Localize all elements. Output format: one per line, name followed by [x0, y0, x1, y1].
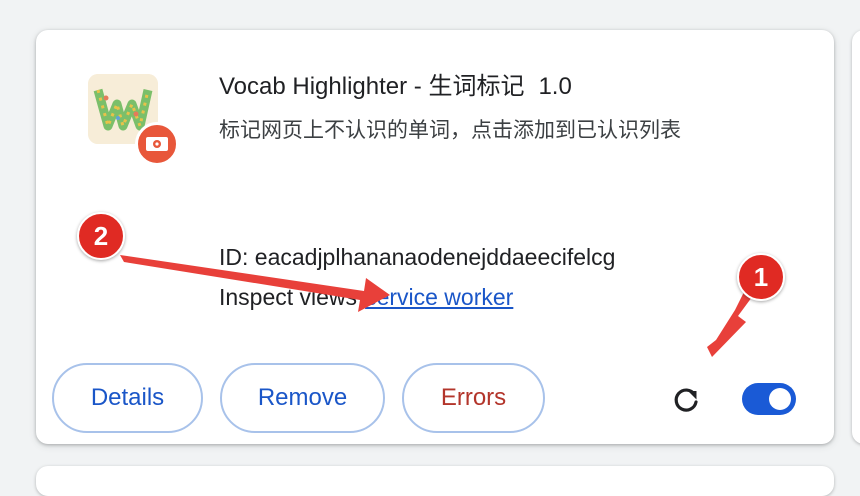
- inspect-views-label: Inspect views: [219, 284, 358, 310]
- extension-description: 标记网页上不认识的单词，点击添加到已认识列表: [219, 119, 681, 142]
- remove-button[interactable]: Remove: [220, 363, 385, 433]
- details-button[interactable]: Details: [52, 363, 203, 433]
- extension-title: Vocab Highlighter - 生词标记 1.0: [219, 66, 572, 101]
- extension-version: 1.0: [538, 73, 572, 100]
- errors-button[interactable]: Errors: [402, 363, 545, 433]
- annotation-marker-1: 1: [737, 253, 785, 301]
- extension-name: Vocab Highlighter - 生词标记: [219, 73, 525, 100]
- inspect-views: Inspect views service worker: [219, 284, 513, 311]
- enable-toggle[interactable]: [742, 383, 796, 415]
- toggle-knob: [769, 388, 791, 410]
- reload-icon[interactable]: [668, 382, 704, 418]
- camera-icon: [135, 122, 179, 166]
- adjacent-extension-card: [852, 30, 860, 444]
- service-worker-link[interactable]: service worker: [365, 284, 513, 310]
- extension-id: ID: eacadjplhananaodenejddaeecifelcg: [219, 244, 616, 270]
- annotation-marker-2: 2: [77, 212, 125, 260]
- next-extension-card: [36, 466, 834, 496]
